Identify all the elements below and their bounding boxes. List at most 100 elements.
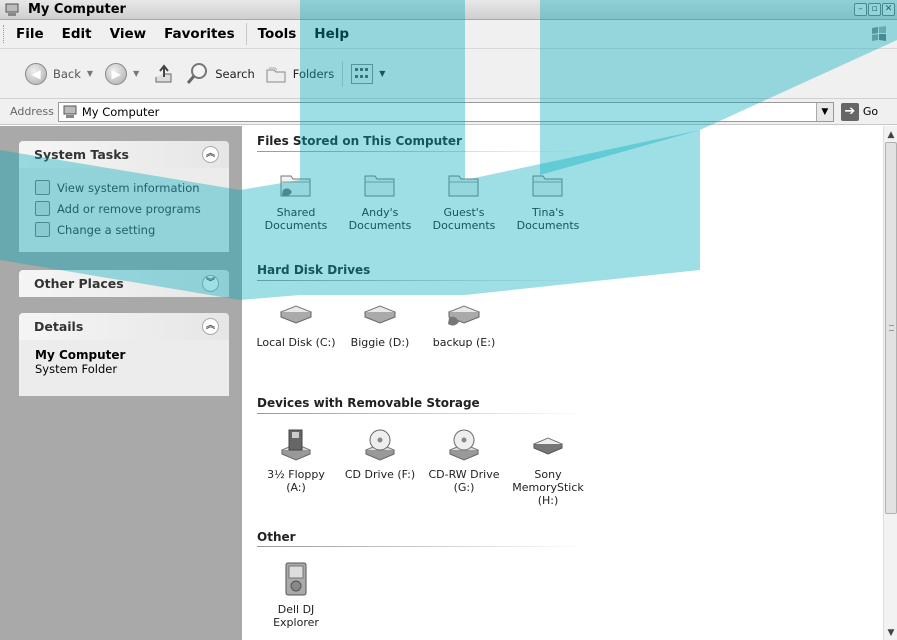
drive-item[interactable]: Biggie (D:)	[339, 302, 421, 349]
back-label: Back	[53, 66, 81, 81]
device-item[interactable]: Dell DJ Explorer	[255, 561, 337, 629]
my-computer-window: My Computer – ▫ ✕ File Edit View Favorit…	[0, 0, 897, 640]
scroll-thumb[interactable]	[885, 142, 897, 514]
section-divider	[257, 280, 587, 281]
control-panel-icon	[35, 222, 50, 237]
back-button[interactable]: ◀ Back ▼	[25, 62, 93, 85]
folders-icon	[266, 67, 286, 82]
menu-tools[interactable]: Tools	[249, 26, 306, 42]
details-panel: Details ︽ My Computer System Folder	[19, 313, 229, 396]
scroll-up-arrow-icon[interactable]: ▲	[884, 128, 897, 142]
collapse-chevron-icon[interactable]: ︽	[202, 146, 219, 163]
collapse-chevron-icon[interactable]: ︽	[202, 318, 219, 335]
item-label-line1: Sony	[534, 468, 562, 481]
device-item[interactable]: Sony MemoryStick (H:)	[507, 428, 589, 507]
close-button[interactable]: ✕	[882, 3, 895, 16]
details-name: My Computer	[35, 348, 126, 362]
forward-button[interactable]: ▶ ▼	[105, 62, 139, 85]
task-view-system-info[interactable]: View system information	[35, 177, 229, 198]
device-item[interactable]: 3½ Floppy (A:)	[255, 428, 337, 494]
floppy-drive-icon	[280, 429, 312, 461]
item-label-line2: Documents	[516, 219, 580, 232]
search-button[interactable]: Search	[185, 62, 255, 86]
scroll-down-arrow-icon[interactable]: ▼	[884, 626, 897, 640]
folders-button[interactable]: Folders	[265, 64, 334, 84]
menu-edit[interactable]: Edit	[53, 26, 101, 42]
system-info-icon	[35, 180, 50, 195]
views-dropdown-icon[interactable]: ▼	[379, 69, 385, 78]
views-grid-icon	[351, 63, 374, 84]
task-change-setting[interactable]: Change a setting	[35, 219, 229, 240]
task-add-remove-programs[interactable]: Add or remove programs	[35, 198, 229, 219]
address-dropdown-icon[interactable]: ▼	[815, 102, 833, 121]
up-folder-icon	[155, 63, 172, 82]
forward-dropdown-icon[interactable]: ▼	[133, 69, 139, 78]
menu-help[interactable]: Help	[305, 26, 358, 42]
section-title: Hard Disk Drives	[257, 263, 371, 277]
forward-arrow-icon: ▶	[105, 62, 128, 85]
folder-item[interactable]: Shared Documents	[255, 168, 337, 232]
folder-item[interactable]: Andy's Documents	[339, 168, 421, 232]
search-label: Search	[215, 66, 255, 81]
item-label-line2: Explorer	[273, 616, 319, 629]
item-label-line2: (A:)	[286, 481, 306, 494]
menu-view[interactable]: View	[101, 26, 155, 42]
device-item[interactable]: CD-RW Drive (G:)	[423, 428, 505, 494]
menu-bar: File Edit View Favorites Tools Help	[0, 20, 897, 49]
other-places-header[interactable]: Other Places ︾	[19, 270, 229, 297]
task-label: Change a setting	[57, 222, 156, 237]
go-arrow-icon: ➔	[840, 102, 859, 121]
details-body: My Computer System Folder	[19, 340, 229, 396]
window-title: My Computer	[28, 2, 126, 17]
drive-item[interactable]: backup (E:)	[423, 302, 505, 349]
minimize-button[interactable]: –	[854, 3, 867, 16]
task-label: Add or remove programs	[57, 201, 201, 216]
system-tasks-header[interactable]: System Tasks ︽	[19, 141, 229, 168]
my-computer-icon	[5, 3, 19, 16]
item-label-line1: Dell DJ	[277, 603, 315, 616]
folder-item[interactable]: Guest's Documents	[423, 168, 505, 232]
views-button[interactable]: ▼	[351, 63, 385, 84]
up-button[interactable]	[153, 63, 175, 85]
address-label: Address	[10, 105, 54, 118]
item-label-line3: (H:)	[537, 494, 559, 507]
title-bar[interactable]: My Computer – ▫ ✕	[0, 0, 897, 20]
item-label-line1: Andy's	[361, 206, 399, 219]
task-label: View system information	[57, 180, 200, 195]
device-item[interactable]: CD Drive (F:)	[339, 428, 421, 481]
back-dropdown-icon[interactable]: ▼	[87, 69, 93, 78]
item-label-line2: Documents	[264, 219, 328, 232]
item-label-line1: CD Drive (F:)	[344, 468, 416, 481]
folder-item[interactable]: Tina's Documents	[507, 168, 589, 232]
menu-separator	[245, 23, 247, 45]
expand-chevron-icon[interactable]: ︾	[202, 275, 219, 292]
address-value: My Computer	[81, 104, 160, 119]
menu-file[interactable]: File	[6, 26, 53, 42]
go-button[interactable]: ➔ Go	[840, 102, 878, 121]
media-player-icon	[285, 562, 307, 596]
system-tasks-title: System Tasks	[34, 147, 129, 162]
item-label-line2: (G:)	[453, 481, 475, 494]
task-pane: System Tasks ︽ View system information A…	[0, 126, 242, 640]
system-tasks-body: View system information Add or remove pr…	[19, 168, 229, 252]
section-title: Other	[257, 530, 296, 544]
item-label-line2: Documents	[432, 219, 496, 232]
shared-folder-icon	[280, 175, 311, 197]
address-bar: Address My Computer ▼ ➔ Go	[0, 99, 897, 125]
details-header[interactable]: Details ︽	[19, 313, 229, 340]
add-remove-programs-icon	[35, 201, 50, 216]
menu-favorites[interactable]: Favorites	[155, 26, 244, 42]
vertical-scrollbar[interactable]: ▲ ▼	[883, 126, 897, 640]
content-pane: Files Stored on This Computer Shared Doc…	[242, 126, 883, 640]
my-computer-small-icon	[63, 105, 77, 118]
toolbar-separator	[342, 60, 344, 87]
item-label-line1: Tina's	[532, 206, 564, 219]
drive-item[interactable]: Local Disk (C:)	[255, 302, 337, 349]
window-controls: – ▫ ✕	[854, 3, 895, 16]
address-input[interactable]: My Computer ▼	[57, 101, 834, 122]
other-places-panel: Other Places ︾	[19, 270, 229, 297]
windows-logo-icon	[872, 26, 886, 41]
maximize-button[interactable]: ▫	[868, 3, 881, 16]
folder-icon	[364, 175, 395, 197]
details-type: System Folder	[35, 362, 118, 376]
